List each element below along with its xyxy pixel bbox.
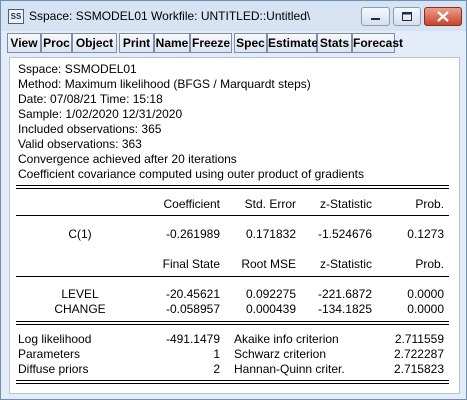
state-value: 0.000439	[245, 302, 296, 316]
state-col-header: Root MSE	[241, 257, 296, 271]
sspace-app-icon[interactable]: SS	[8, 9, 24, 24]
coef-row-name: C(1)	[68, 227, 92, 241]
state-value: -20.45621	[165, 287, 220, 301]
stat-label: Akaike info criterion	[234, 332, 339, 346]
maximize-button[interactable]	[393, 7, 421, 26]
stats-button[interactable]: Stats	[317, 33, 352, 53]
stat-value: 2.711559	[394, 332, 444, 346]
close-button[interactable]	[424, 7, 462, 26]
stat-label: Schwarz criterion	[234, 347, 327, 361]
header-line: Valid observations: 363	[18, 137, 142, 151]
state-value: 0.0000	[407, 287, 444, 301]
coef-col-header: Prob.	[415, 197, 444, 211]
state-value: 0.092275	[245, 287, 296, 301]
estimate-button[interactable]: Estimate	[267, 33, 318, 53]
table-separator	[16, 380, 449, 384]
view-button[interactable]: View	[7, 33, 41, 53]
name-button[interactable]: Name	[154, 33, 190, 53]
stat-value: 2	[213, 362, 220, 376]
header-line: Sample: 1/02/2020 12/31/2020	[18, 107, 183, 121]
window-title: Sspace: SSMODEL01 Workfile: UNTITLED::Un…	[29, 9, 311, 23]
stat-value: 1	[213, 347, 220, 361]
minimize-button[interactable]	[361, 7, 390, 26]
estimation-output[interactable]: Sspace: SSMODEL01 Method: Maximum likeli…	[9, 57, 460, 394]
state-col-header: Final State	[162, 257, 220, 271]
header-line: Included observations: 365	[18, 122, 162, 136]
coef-col-header: Coefficient	[163, 197, 220, 211]
coef-value: 0.1273	[407, 227, 444, 241]
stat-label: Parameters	[18, 347, 81, 361]
coef-col-header: Std. Error	[244, 197, 296, 211]
minimize-icon	[371, 18, 380, 20]
forecast-button[interactable]: Forecast	[352, 33, 403, 53]
table-separator	[16, 321, 449, 325]
table-separator	[16, 276, 449, 277]
state-col-header: Prob.	[415, 257, 444, 271]
stat-value: 2.722287	[393, 347, 444, 361]
stat-label: Log likelihood	[18, 332, 92, 346]
coef-value: -0.261989	[165, 227, 220, 241]
proc-button[interactable]: Proc	[41, 33, 72, 53]
object-button[interactable]: Object	[72, 33, 117, 53]
header-line: Sspace: SSMODEL01	[18, 62, 137, 76]
maximize-icon	[402, 12, 412, 21]
stat-value: -491.1479	[165, 332, 220, 346]
sspace-window: SS Sspace: SSMODEL01 Workfile: UNTITLED:…	[0, 0, 467, 400]
stat-label: Hannan-Quinn criter.	[234, 362, 345, 376]
state-value: 0.0000	[407, 302, 444, 316]
spec-button[interactable]: Spec	[234, 33, 267, 53]
header-line: Date: 07/08/21 Time: 15:18	[18, 92, 163, 106]
table-separator	[16, 185, 449, 189]
table-separator	[16, 215, 449, 216]
print-button[interactable]: Print	[119, 33, 154, 53]
state-row-name: LEVEL	[61, 287, 99, 301]
state-value: -0.058957	[165, 302, 220, 316]
stat-label: Diffuse priors	[18, 362, 89, 376]
title-bar[interactable]: SS Sspace: SSMODEL01 Workfile: UNTITLED:…	[1, 1, 466, 31]
header-line: Method: Maximum likelihood (BFGS / Marqu…	[18, 77, 311, 91]
stat-value: 2.715823	[393, 362, 444, 376]
coef-value: 0.171832	[245, 227, 296, 241]
header-line: Coefficient covariance computed using ou…	[18, 167, 364, 181]
state-row-name: CHANGE	[54, 302, 106, 316]
header-line: Convergence achieved after 20 iterations	[18, 152, 237, 166]
freeze-button[interactable]: Freeze	[190, 33, 232, 53]
close-icon	[437, 11, 449, 22]
